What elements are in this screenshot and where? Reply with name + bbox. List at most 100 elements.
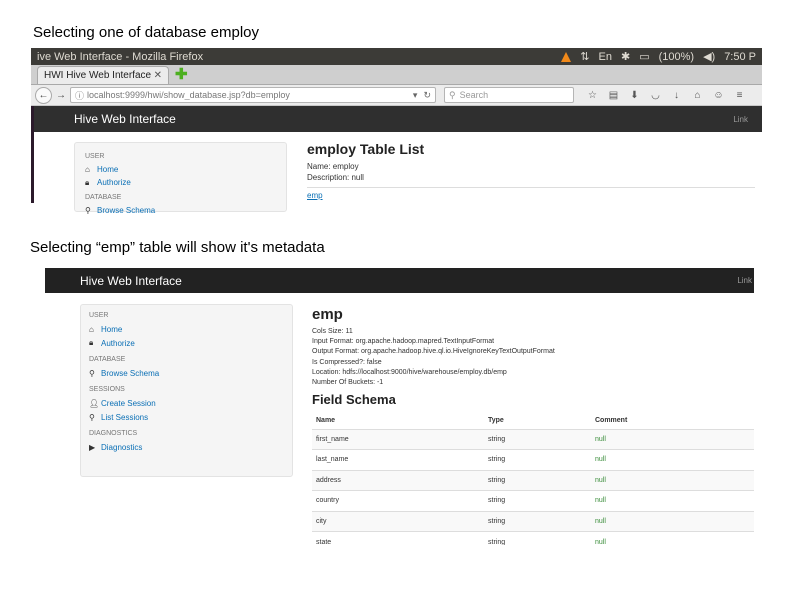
table-header-row: Name Type Comment [312,412,754,429]
keyboard-indicator[interactable]: En [599,51,612,63]
table-row: last_name string null [312,449,754,471]
sidebar-item-label: List Sessions [101,412,149,422]
vlc-icon[interactable] [561,51,572,62]
caption-first: Selecting one of database employ [33,24,259,41]
sidebar-item-home[interactable]: ⌂ Home [85,163,276,176]
home-icon[interactable]: ⌂ [687,90,708,101]
sidebar-item-label: Browse Schema [97,206,156,215]
battery-percent: (100%) [658,50,695,63]
downloads-icon[interactable]: ⬇ [624,90,645,101]
bluetooth-icon[interactable]: ✱ [621,50,630,63]
schema-title: Field Schema [312,392,396,408]
sidebar-item-create-session[interactable]: 👤︎ Create Session [89,396,284,410]
chat-icon[interactable]: ☺ [708,90,729,101]
field-type: string [484,469,591,491]
back-icon[interactable]: ← [35,86,52,104]
lock-icon: 🔒︎ [85,177,90,187]
os-title-bar: ive Web Interface - Mozilla Firefox ⇅ En… [31,48,762,65]
play-icon: ▶ [89,442,96,452]
field-schema-table: Name Type Comment first_name string null l… [312,412,754,545]
field-name: country [312,490,484,512]
header-link[interactable]: Link [733,115,748,124]
header-link[interactable]: Link [737,276,752,285]
close-tab-icon[interactable]: ✕ [154,70,162,81]
user-icon: 👤︎ [89,398,100,408]
search-input[interactable]: ⚲ Search [444,87,574,103]
field-comment: null [591,469,754,491]
bookmark-star-icon[interactable]: ☆ [582,90,603,101]
hwi-table-screenshot: Hive Web Interface Link USER ⌂ Home 🔒︎ Aut… [45,268,754,545]
table-row: city string null [312,510,754,532]
page-title: employ Table List [307,141,425,157]
field-comment: null [591,531,754,545]
meta-input-format: Input Format: org.apache.hadoop.mapred.T… [312,338,495,346]
new-tab-icon[interactable]: ✚ [175,66,188,84]
meta-location: Location: hdfs://localhost:9000/hive/war… [312,368,507,376]
field-type: string [484,449,591,471]
column-header-name: Name [316,416,336,424]
search-placeholder: Search [459,90,489,100]
volume-icon[interactable]: ◀) [703,50,715,63]
sidebar-heading-diagnostics: DIAGNOSTICS [89,430,138,437]
firefox-screenshot: ive Web Interface - Mozilla Firefox ⇅ En… [31,48,762,224]
meta-output-format: Output Format: org.apache.hadoop.hive.ql… [312,348,555,356]
brand-title[interactable]: Hive Web Interface [74,112,733,126]
forward-icon[interactable]: → [55,87,67,104]
window-title: ive Web Interface - Mozilla Firefox [37,50,204,63]
field-type: string [484,490,591,512]
main-content: employ Table List Name: employ Descripti… [307,141,755,203]
sidebar-heading-user: USER [89,312,109,319]
dropdown-icon[interactable]: ▾ [413,90,418,101]
column-header-type: Type [488,416,504,424]
pocket-icon[interactable]: ◡ [645,90,666,101]
sidebar-item-label: Authorize [97,178,131,187]
sidebar-item-diagnostics[interactable]: ▶ Diagnostics [89,440,284,454]
caption-second: Selecting “emp” table will show it's met… [30,239,325,256]
menu-icon[interactable]: ≡ [729,90,750,101]
meta-cols-size: Cols Size: 11 [312,328,353,335]
network-icon[interactable]: ⇅ [580,50,589,63]
sidebar-heading-sessions: SESSIONS [89,386,125,393]
search-icon: ⚲ [89,412,95,422]
sidebar-heading-user: USER [85,153,105,160]
database-description: Description: null [307,173,364,182]
clock[interactable]: 7:50 P [724,51,756,63]
info-icon[interactable]: ⓘ [75,89,84,102]
app-navbar: Hive Web Interface Link [45,268,754,293]
sidebar-item-browse-schema[interactable]: ⚲ Browse Schema [85,204,276,217]
field-comment: null [591,449,754,471]
table-link-emp[interactable]: emp [307,191,323,200]
field-name: last_name [312,449,484,471]
field-name: state [312,531,484,545]
downloads-arrow-icon[interactable]: ↓ [666,90,687,101]
tab-hive-web-interface[interactable]: HWI Hive Web Interface ✕ [37,66,169,84]
url-bar[interactable]: ⓘ localhost:9999/hwi/show_database.jsp?d… [70,87,436,103]
battery-icon[interactable]: ▭ [639,50,649,63]
field-type: string [484,510,591,532]
url-text: localhost:9999/hwi/show_database.jsp?db=… [87,90,290,100]
sidebar: USER ⌂ Home 🔒︎ Authorize DATABASE ⚲ Browse … [74,142,287,215]
page-content: Hive Web Interface Link USER ⌂ Home 🔒︎ Aut… [31,106,762,215]
search-icon: ⚲ [89,368,95,378]
page-title: emp [312,306,343,323]
database-name: Name: employ [307,162,359,171]
home-icon: ⌂ [89,324,94,334]
sidebar-item-authorize[interactable]: 🔒︎ Authorize [89,336,284,350]
meta-is-compressed: Is Compressed?: false [312,358,382,366]
sidebar-item-list-sessions[interactable]: ⚲ List Sessions [89,410,284,424]
table-row: country string null [312,490,754,512]
toolbar-icons: ☆ ▤ ⬇ ◡ ↓ ⌂ ☺ ≡ [582,90,750,101]
tab-strip: HWI Hive Web Interface ✕ ✚ [31,65,762,85]
reload-icon[interactable]: ↻ [423,90,431,101]
table-row: emp [307,187,755,203]
sidebar-item-label: Home [101,324,123,334]
reading-list-icon[interactable]: ▤ [603,90,624,101]
sidebar-item-label: Authorize [101,338,135,348]
field-type: string [484,428,591,450]
brand-title[interactable]: Hive Web Interface [80,274,737,288]
sidebar-item-browse-schema[interactable]: ⚲ Browse Schema [89,366,284,380]
sidebar-item-home[interactable]: ⌂ Home [89,322,284,336]
sidebar-item-authorize[interactable]: 🔒︎ Authorize [85,176,276,189]
table-row: first_name string null [312,428,754,450]
field-comment: null [591,510,754,532]
